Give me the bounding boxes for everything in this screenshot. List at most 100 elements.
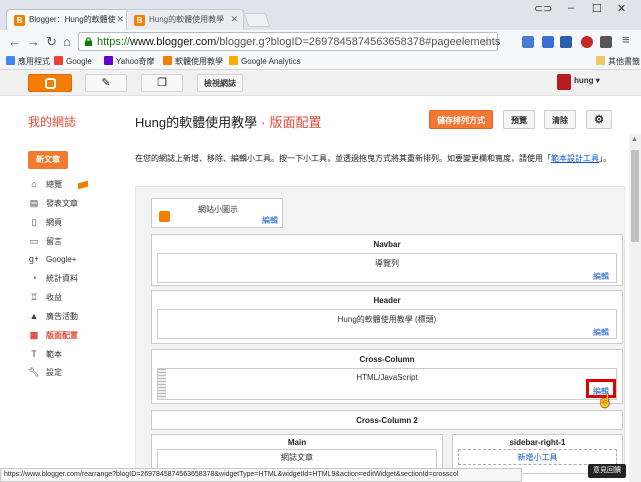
pages-icon: ▯ (31, 217, 37, 227)
bookmark-yahoo[interactable]: Yahoo奇摩 (104, 56, 155, 67)
blogger-favicon-icon: B (134, 15, 145, 26)
home-icon[interactable]: ⌂ (63, 34, 71, 49)
page-scrollbar[interactable]: ▲ (629, 134, 641, 482)
gadget-header[interactable]: Hung的軟體使用教學 (標頭) 編輯 (157, 309, 617, 339)
yahoo-icon (104, 56, 113, 65)
reload-icon[interactable]: ↻ (46, 34, 57, 50)
user-name[interactable]: hung ▾ (574, 76, 600, 85)
gadget-edit-link[interactable]: 編輯 (593, 327, 609, 338)
bookmarks-bar: 應用程式 Google Yahoo奇摩 軟體使用教學 Google Analyt… (0, 54, 641, 70)
feedback-button[interactable]: 意見回饋 (588, 464, 626, 478)
sidebar-item-posts[interactable]: ▤ 發表文章 (28, 198, 128, 212)
view-blog-button[interactable]: 檢視網誌 (197, 74, 243, 92)
tab-blog[interactable]: B Hung的軟體使用教學 ✕ (126, 9, 244, 30)
extension-icon[interactable] (542, 36, 554, 48)
scroll-thumb[interactable] (631, 150, 639, 242)
folder-icon (596, 56, 605, 65)
posts-list-button[interactable]: ❐ (141, 74, 183, 92)
avatar[interactable] (557, 74, 571, 90)
sidebar-item-google-plus[interactable]: g+ Google+ (28, 254, 128, 268)
favicon-title: 網站小圖示 (198, 205, 238, 214)
scroll-up-icon[interactable]: ▲ (631, 136, 638, 143)
lock-icon (84, 37, 93, 46)
close-window-icon[interactable]: ✕ (617, 2, 626, 15)
gadget-title: HTML/JavaScript (356, 373, 418, 382)
bookmark-star-icon[interactable]: ☆ (481, 34, 493, 50)
other-bookmarks[interactable]: 其他書籤 (596, 56, 640, 67)
new-post-button[interactable]: 新文章 (28, 151, 68, 169)
wrench-icon: 🔧︎ (28, 367, 40, 377)
sidebar-item-template[interactable]: T 範本 (28, 349, 128, 363)
extension-icon[interactable] (581, 36, 593, 48)
browser-tab-strip: B Blogger：Hung的軟體使 ✕ B Hung的軟體使用教學 ✕ ⊂⊃ … (0, 0, 641, 30)
campaigns-icon: ▲ (29, 311, 39, 321)
extension-icon[interactable] (600, 36, 612, 48)
section-header: Header Hung的軟體使用教學 (標頭) 編輯 (151, 290, 623, 344)
section-navbar: Navbar 導覽列 編輯 (151, 234, 623, 286)
new-tab-button[interactable] (243, 13, 271, 27)
section-title: Cross-Column (359, 355, 415, 364)
google-icon (54, 56, 63, 65)
tab-label: Blogger：Hung的軟體使 (29, 15, 116, 24)
profile-icon[interactable]: ⊂⊃ (534, 2, 552, 15)
bookmark-google[interactable]: Google (54, 56, 92, 66)
blogger-icon (163, 56, 172, 65)
comments-icon: ▭ (29, 236, 39, 246)
sidebar-item-layout[interactable]: ▦ 版面配置 (28, 330, 128, 344)
blogger-favicon-icon (159, 211, 170, 222)
add-gadget-link[interactable]: 新增小工具 (458, 449, 617, 465)
home-icon: ⌂ (31, 179, 37, 189)
sidebar-item-earnings[interactable]: ♖ 收益 (28, 292, 128, 306)
sidebar-item-stats[interactable]: ◔ 統計資料 (28, 273, 128, 287)
blogger-favicon-icon: B (14, 15, 25, 26)
blog-title: Hung的軟體使用教學 (135, 115, 258, 130)
clear-button[interactable]: 清除 (544, 110, 576, 129)
favicon-edit-link[interactable]: 編輯 (262, 215, 278, 226)
preview-button[interactable]: 預覽 (503, 110, 535, 129)
save-arrangement-button[interactable]: 儲存排列方式 (429, 110, 493, 129)
new-post-pencil-button[interactable]: ✎ (85, 74, 127, 92)
blogger-logo-icon (44, 78, 56, 89)
template-icon: T (31, 349, 37, 359)
browser-toolbar: ← → ↻ ⌂ https://www.blogger.com/blogger.… (0, 30, 641, 54)
gadget-html-javascript[interactable]: HTML/JavaScript 編輯 (157, 368, 617, 400)
blogger-top-bar: ✎ ❐ 檢視網誌 (0, 70, 641, 96)
close-tab-icon[interactable]: ✕ (116, 14, 124, 25)
sidebar-item-campaigns[interactable]: ▲ 廣告活動 (28, 311, 128, 325)
layout-intro-text: 在您的網誌上新增、移除、編輯小工具。按一下小工具，並透過拖曳方式將其重新排列。如… (135, 154, 611, 163)
back-icon[interactable]: ← (8, 34, 21, 49)
extension-icon[interactable] (560, 36, 572, 48)
bookmark-blog[interactable]: 軟體使用教學 (163, 56, 223, 67)
sidebar-item-settings[interactable]: 🔧︎ 設定 (28, 367, 128, 381)
apps-icon (6, 56, 15, 65)
google-plus-icon: g+ (28, 254, 40, 264)
gadget-title: 導覽列 (375, 259, 399, 268)
sidebar-item-pages[interactable]: ▯ 網頁 (28, 217, 128, 231)
my-blogs-link[interactable]: 我的網誌 (28, 113, 76, 130)
section-title: Navbar (373, 240, 401, 249)
posts-icon: ▤ (29, 198, 39, 208)
gadget-edit-link[interactable]: 編輯 (593, 271, 609, 282)
forward-icon[interactable]: → (27, 34, 40, 49)
maximize-icon[interactable]: ☐ (592, 2, 602, 15)
settings-gear-button[interactable]: ⚙ (586, 110, 612, 129)
status-bar: https://www.blogger.com/rearrange?blogID… (0, 468, 522, 482)
tab-blogger[interactable]: B Blogger：Hung的軟體使 ✕ (6, 9, 130, 30)
template-designer-link[interactable]: 範本設計工具 (551, 154, 599, 163)
trophy-icon: ♖ (29, 292, 39, 302)
translate-icon[interactable] (522, 36, 534, 48)
gadget-navbar[interactable]: 導覽列 編輯 (157, 253, 617, 283)
pointer-cursor-icon: ☝ (597, 393, 614, 408)
bookmark-apps[interactable]: 應用程式 (6, 56, 50, 67)
address-bar[interactable]: https://www.blogger.com/blogger.g?blogID… (78, 32, 500, 51)
sidebar-item-comments[interactable]: ▭ 留言 (28, 236, 128, 250)
menu-icon[interactable]: ≡ (622, 32, 630, 47)
blogger-logo-button[interactable] (28, 74, 72, 92)
pencil-icon: ✎ (101, 77, 111, 89)
section-cross-column: Cross-Column HTML/JavaScript 編輯 (151, 349, 623, 404)
minimize-icon[interactable]: – (568, 2, 574, 14)
close-tab-icon[interactable]: ✕ (230, 14, 238, 25)
bookmark-analytics[interactable]: Google Analytics (229, 56, 301, 66)
gadget-title: Hung的軟體使用教學 (標頭) (337, 315, 437, 324)
page-name: 版面配置 (269, 115, 322, 130)
